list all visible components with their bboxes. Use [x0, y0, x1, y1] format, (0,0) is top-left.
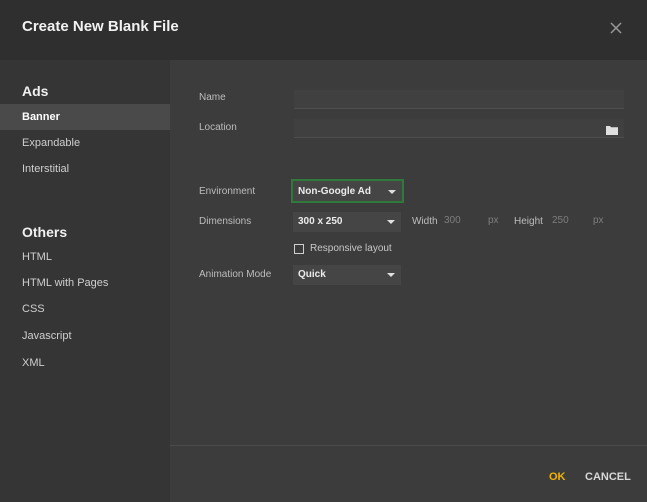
- folder-icon[interactable]: [606, 122, 618, 140]
- responsive-layout-label: Responsive layout: [310, 243, 392, 254]
- height-unit: px: [593, 215, 604, 226]
- sidebar-item-xml[interactable]: XML: [0, 350, 170, 376]
- form-panel: Name Location Environment Non-Google Ad …: [170, 60, 647, 445]
- chevron-down-icon: [387, 220, 395, 224]
- chevron-down-icon: [387, 273, 395, 277]
- width-value: 300: [444, 215, 461, 226]
- sidebar-item-html-with-pages[interactable]: HTML with Pages: [0, 270, 170, 296]
- sidebar-item-html[interactable]: HTML: [0, 244, 170, 270]
- width-unit: px: [488, 215, 499, 226]
- name-label: Name: [199, 92, 226, 103]
- sidebar: Ads Banner Expandable Interstitial Other…: [0, 60, 170, 502]
- ok-button[interactable]: OK: [549, 471, 566, 483]
- chevron-down-icon: [388, 190, 396, 194]
- environment-label: Environment: [199, 186, 256, 197]
- width-label: Width: [412, 216, 438, 227]
- sidebar-item-interstitial[interactable]: Interstitial: [0, 156, 170, 182]
- animation-mode-value: Quick: [298, 269, 326, 280]
- sidebar-item-css[interactable]: CSS: [0, 296, 170, 322]
- dimensions-value: 300 x 250: [298, 216, 343, 227]
- environment-value: Non-Google Ad: [298, 186, 371, 197]
- width-field[interactable]: 300 px: [444, 212, 499, 230]
- dimensions-label: Dimensions: [199, 216, 252, 227]
- sidebar-section-ads: Ads: [22, 83, 49, 99]
- environment-select[interactable]: Non-Google Ad: [291, 179, 404, 203]
- close-icon[interactable]: [606, 18, 626, 38]
- sidebar-item-banner[interactable]: Banner: [0, 104, 170, 130]
- animation-mode-label: Animation Mode: [199, 269, 272, 280]
- height-label: Height: [514, 216, 543, 227]
- sidebar-item-javascript[interactable]: Javascript: [0, 323, 170, 349]
- sidebar-section-others: Others: [22, 224, 68, 240]
- height-field[interactable]: 250 px: [552, 212, 604, 230]
- sidebar-item-expandable[interactable]: Expandable: [0, 130, 170, 156]
- name-field[interactable]: [294, 90, 624, 109]
- location-label: Location: [199, 122, 237, 133]
- dialog-title: Create New Blank File: [22, 18, 179, 35]
- height-value: 250: [552, 215, 569, 226]
- dialog-title-bar: Create New Blank File: [0, 0, 647, 60]
- dimensions-select[interactable]: 300 x 250: [293, 212, 401, 232]
- location-field[interactable]: [294, 119, 624, 138]
- dialog-footer: OK CANCEL: [170, 445, 647, 502]
- cancel-button[interactable]: CANCEL: [585, 471, 631, 483]
- checkbox-icon: [294, 244, 304, 254]
- animation-mode-select[interactable]: Quick: [293, 265, 401, 285]
